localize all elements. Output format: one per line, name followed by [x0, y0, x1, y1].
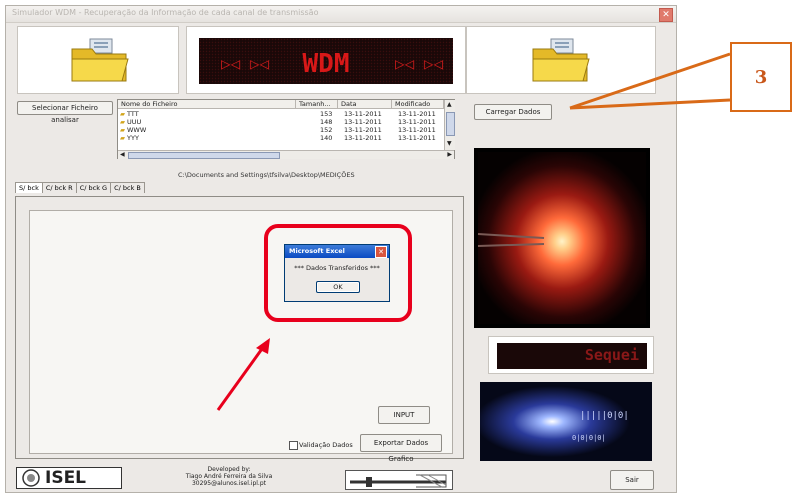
folder-icon[interactable] — [70, 37, 130, 83]
file-date: 13-11-2011 — [344, 118, 382, 126]
select-file-button[interactable]: Selecionar Ficheiro analisar — [17, 101, 113, 124]
tab-bck-b[interactable]: C/ bck B — [110, 182, 145, 193]
file-size: 152 — [320, 126, 333, 134]
horizontal-scrollbar[interactable]: ◀ ▶ — [118, 150, 454, 159]
file-modified: 13-11-2011 — [398, 110, 436, 118]
binary-digit: 0|0|0|0| — [572, 434, 606, 442]
led-banner: ▷◁ ▷◁ WDM ▷◁ ▷◁ — [199, 38, 453, 84]
led-text: WDM — [303, 49, 350, 79]
credit-line-2: Tiago André Ferreira da Silva — [185, 473, 273, 480]
checkbox-icon[interactable] — [289, 441, 298, 450]
folder-icon: ▰ — [120, 126, 125, 134]
credit-line-3: 30295@alunos.isel.ipl.pt — [191, 480, 266, 487]
folder-icon: ▰ — [120, 110, 125, 118]
file-date: 13-11-2011 — [344, 126, 382, 134]
file-modified: 13-11-2011 — [398, 118, 436, 126]
led-arrows-right: ▷◁ ▷◁ — [395, 54, 444, 73]
scroll-down-icon[interactable]: ▼ — [447, 140, 452, 147]
table-row[interactable]: ▰ YYY 140 13-11-2011 13-11-2011 — [118, 134, 444, 142]
small-led-panel: Sequei — [488, 336, 654, 374]
file-list[interactable]: Nome do Ficheiro Tamanh... Data Modifica… — [117, 99, 455, 159]
arrow-icon — [216, 338, 270, 411]
table-row[interactable]: ▰ TTT 153 13-11-2011 13-11-2011 — [118, 110, 444, 118]
column-header-size[interactable]: Tamanh... — [296, 100, 338, 109]
table-row[interactable]: ▰ UUU 148 13-11-2011 13-11-2011 — [118, 118, 444, 126]
file-name: YYY — [127, 134, 139, 142]
isel-logo: ISEL — [16, 467, 122, 489]
validation-label: Validação Dados — [299, 441, 353, 449]
small-led-text: Sequei — [584, 346, 639, 364]
table-row[interactable]: ▰ WWW 152 13-11-2011 13-11-2011 — [118, 126, 444, 134]
developer-credits: Developed by: Tiago André Ferreira da Si… — [164, 466, 294, 487]
file-date: 13-11-2011 — [344, 110, 382, 118]
load-data-button[interactable]: Carregar Dados — [474, 104, 552, 120]
scroll-right-icon[interactable]: ▶ — [447, 151, 452, 158]
scroll-up-icon[interactable]: ▲ — [447, 101, 452, 108]
folder-icon: ▰ — [120, 134, 125, 142]
binary-photo-graphic: |||||0|0| 0|0|0|0| — [480, 382, 652, 461]
fiber-graphic — [345, 470, 453, 490]
file-modified: 13-11-2011 — [398, 134, 436, 142]
file-date: 13-11-2011 — [344, 134, 382, 142]
led-banner-graphic: ▷◁ ▷◁ WDM ▷◁ ▷◁ — [199, 38, 453, 84]
logo-text: ISEL — [45, 468, 87, 488]
led-photo-graphic — [477, 152, 646, 324]
led-photo — [474, 148, 650, 328]
vertical-scrollbar[interactable]: ▲ ▼ — [444, 100, 455, 150]
file-size: 148 — [320, 118, 333, 126]
callout-number: 3 — [754, 67, 768, 88]
scroll-left-icon[interactable]: ◀ — [120, 151, 125, 158]
isel-emblem-icon — [22, 469, 40, 487]
column-header-date[interactable]: Data — [338, 100, 392, 109]
title-bar: Simulador WDM - Recuperação da Informaçã… — [6, 6, 676, 23]
binary-photo: |||||0|0| 0|0|0|0| — [480, 382, 652, 461]
file-modified: 13-11-2011 — [398, 126, 436, 134]
scroll-thumb[interactable] — [446, 112, 455, 136]
tab-bck-g[interactable]: C/ bck G — [75, 182, 112, 193]
close-icon[interactable]: ✕ — [659, 8, 673, 22]
callout-lines — [569, 52, 731, 110]
export-button[interactable]: Exportar Dados Grafico — [360, 434, 442, 463]
scroll-thumb-horizontal[interactable] — [128, 152, 280, 159]
folder-panel-left — [17, 26, 179, 94]
folder-icon: ▰ — [120, 118, 125, 126]
binary-digit: |||||0|0| — [580, 411, 629, 421]
led-arrows: ▷◁ ▷◁ — [221, 54, 270, 73]
exit-button[interactable]: Sair — [610, 470, 654, 490]
file-name: TTT — [127, 110, 139, 118]
small-led-display: Sequei — [497, 343, 647, 369]
window-title: Simulador WDM - Recuperação da Informaçã… — [12, 8, 319, 17]
tab-sem-bck[interactable]: S/ bck — [15, 182, 43, 193]
fiber-drawing — [350, 474, 447, 488]
column-header-modified[interactable]: Modificado — [392, 100, 444, 109]
led-banner-panel: ▷◁ ▷◁ WDM ▷◁ ▷◁ — [186, 26, 466, 94]
file-size: 153 — [320, 110, 333, 118]
column-header-name[interactable]: Nome do Ficheiro — [118, 100, 296, 109]
highlight-box — [264, 224, 412, 322]
tab-bar: S/ bck C/ bck R C/ bck G C/ bck B — [15, 182, 145, 194]
file-name: WWW — [127, 126, 147, 134]
tab-bck-r[interactable]: C/ bck R — [41, 182, 77, 193]
file-size: 140 — [320, 134, 333, 142]
input-button[interactable]: INPUT — [378, 406, 430, 424]
file-name: UUU — [127, 118, 142, 126]
path-label: C:\Documents and Settings\tfsilva\Deskto… — [178, 171, 355, 179]
callout-box: 3 — [730, 42, 792, 112]
credit-line-1: Developed by: — [207, 466, 251, 473]
